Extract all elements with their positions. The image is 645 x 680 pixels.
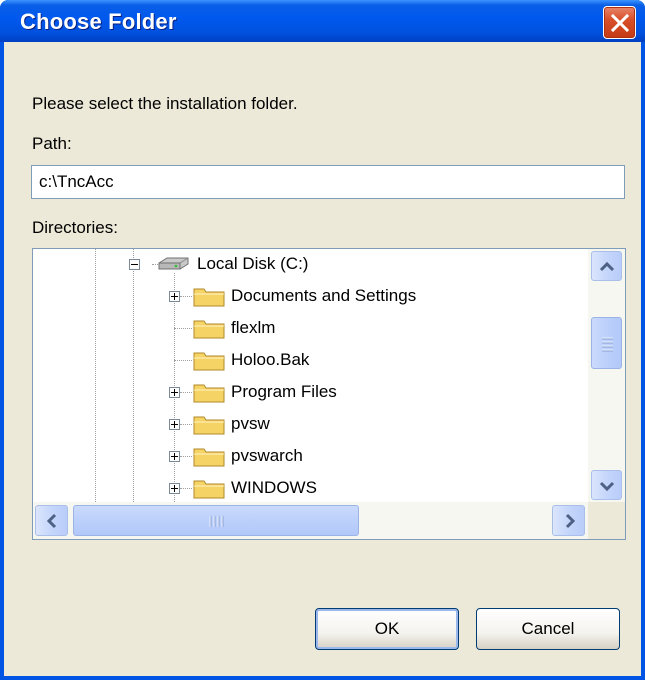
scroll-up-button[interactable] <box>591 251 622 281</box>
expand-toggle[interactable] <box>169 451 180 462</box>
tree-node-label: pvswarch <box>231 446 303 465</box>
grip-icon <box>209 516 224 527</box>
drive-icon <box>158 257 189 270</box>
tree-node-folder[interactable]: flexlm <box>193 313 275 343</box>
path-label: Path: <box>32 134 72 153</box>
tree-connector <box>180 296 192 297</box>
tree-node-folder[interactable]: WINDOWS <box>193 473 317 502</box>
tree-connector <box>174 360 192 361</box>
tree-connector <box>180 424 192 425</box>
vertical-scroll-thumb[interactable] <box>591 317 622 369</box>
directory-tree[interactable]: Local Disk (C:) Documents and Settings f… <box>32 248 626 540</box>
chevron-up-icon <box>599 261 615 272</box>
directories-label: Directories: <box>32 218 118 237</box>
chevron-right-icon <box>565 513 576 529</box>
tree-node-label: Program Files <box>231 382 337 401</box>
expand-toggle[interactable] <box>169 483 180 494</box>
tree-node-folder[interactable]: Program Files <box>193 377 337 407</box>
tree-node-label: Local Disk (C:) <box>197 254 309 273</box>
tree-node-label: WINDOWS <box>231 478 317 497</box>
path-input[interactable] <box>31 165 625 199</box>
tree-node-folder[interactable]: pvsw <box>193 409 270 439</box>
chevron-left-icon <box>46 513 57 529</box>
tree-node-folder[interactable]: pvswarch <box>193 441 303 471</box>
tree-connector <box>180 488 192 489</box>
chevron-down-icon <box>599 481 615 492</box>
folder-icon <box>193 320 225 339</box>
scroll-left-button[interactable] <box>35 505 68 536</box>
expand-toggle[interactable] <box>169 387 180 398</box>
tree-node-label: Documents and Settings <box>231 286 417 305</box>
tree-view[interactable]: Local Disk (C:) Documents and Settings f… <box>33 249 588 502</box>
tree-guide-line <box>133 249 134 502</box>
folder-icon <box>193 416 225 435</box>
close-icon <box>610 13 630 33</box>
tree-node-local-disk[interactable]: Local Disk (C:) <box>155 249 308 279</box>
cancel-button[interactable]: Cancel <box>476 608 620 650</box>
tree-connector <box>180 392 192 393</box>
scroll-right-button[interactable] <box>552 505 585 536</box>
tree-node-label: flexlm <box>231 318 276 337</box>
close-button[interactable] <box>603 6 636 39</box>
ok-button[interactable]: OK <box>315 608 459 650</box>
tree-node-folder[interactable]: Holoo.Bak <box>193 345 309 375</box>
title-bar[interactable]: Choose Folder <box>0 0 645 42</box>
window-title: Choose Folder <box>20 9 177 34</box>
scrollbar-corner <box>588 502 625 539</box>
instruction-text: Please select the installation folder. <box>32 94 298 113</box>
horizontal-scrollbar[interactable] <box>33 502 588 539</box>
folder-icon <box>193 448 225 467</box>
expand-toggle[interactable] <box>169 291 180 302</box>
vertical-scrollbar[interactable] <box>588 249 625 502</box>
tree-node-folder[interactable]: Documents and Settings <box>193 281 416 311</box>
horizontal-scroll-thumb[interactable] <box>73 505 359 536</box>
tree-guide-line <box>95 249 96 502</box>
folder-icon <box>193 288 225 307</box>
tree-connector <box>174 328 192 329</box>
grip-icon <box>602 337 613 352</box>
expand-toggle[interactable] <box>169 419 180 430</box>
scroll-down-button[interactable] <box>591 470 622 500</box>
folder-icon <box>193 352 225 371</box>
tree-connector <box>180 456 192 457</box>
folder-icon <box>193 480 225 499</box>
dialog-body: Please select the installation folder. P… <box>4 42 641 676</box>
tree-node-label: pvsw <box>231 414 270 433</box>
collapse-toggle[interactable] <box>129 259 140 270</box>
folder-icon <box>193 384 225 403</box>
tree-node-label: Holoo.Bak <box>231 350 310 369</box>
choose-folder-window: Choose Folder Please select the installa… <box>0 0 645 680</box>
